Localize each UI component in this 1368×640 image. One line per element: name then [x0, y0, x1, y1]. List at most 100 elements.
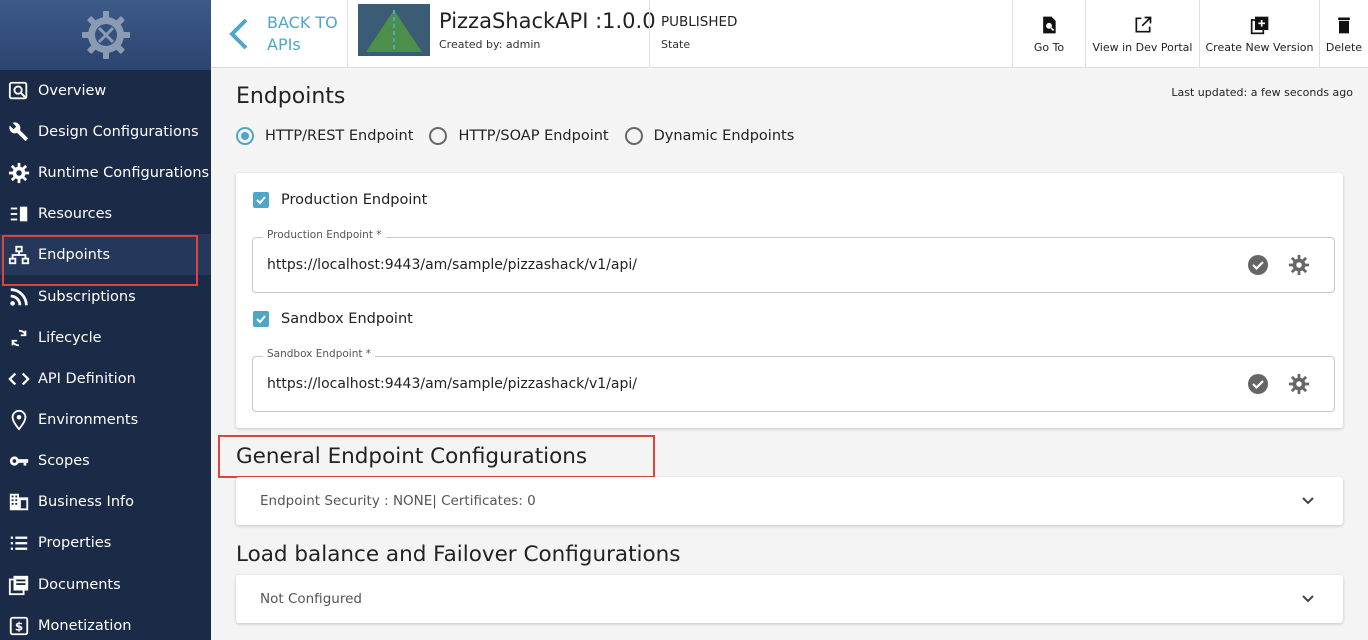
documents-icon — [0, 574, 38, 596]
building-icon — [0, 491, 38, 513]
cycle-icon — [0, 327, 38, 349]
view-in-dev-portal-button[interactable]: View in Dev Portal — [1085, 0, 1199, 68]
svg-text:$: $ — [15, 619, 23, 633]
sidebar-item-label: Resources — [38, 205, 113, 222]
sidebar-item-documents[interactable]: Documents — [0, 564, 211, 605]
sidebar-item-scopes[interactable]: Scopes — [0, 440, 211, 481]
sidebar-item-endpoints[interactable]: Endpoints — [0, 234, 211, 286]
sidebar-item-lifecycle[interactable]: Lifecycle — [0, 317, 211, 358]
location-icon — [0, 409, 38, 431]
sidebar: Overview Design Configurations Runtime C… — [0, 0, 211, 640]
checkbox-checked-icon — [253, 192, 269, 208]
radio-label: Dynamic Endpoints — [653, 128, 795, 144]
api-header: BACK TO APIs PizzaShackAPI :1.0.0 Create… — [211, 0, 1368, 68]
sandbox-checkbox-label: Sandbox Endpoint — [281, 311, 413, 327]
dev-portal-label: View in Dev Portal — [1092, 40, 1193, 54]
api-state: PUBLISHED State — [649, 0, 1013, 68]
sidebar-item-runtime-configurations[interactable]: Runtime Configurations — [0, 152, 211, 193]
sidebar-item-label: Overview — [38, 82, 107, 99]
sidebar-item-label: Environments — [38, 411, 139, 428]
last-updated: Last updated: a few seconds ago — [1171, 86, 1353, 99]
key-icon — [0, 450, 38, 472]
api-name: PizzaShackAPI :1.0.0 — [439, 9, 656, 33]
sidebar-item-resources[interactable]: Resources — [0, 193, 211, 234]
gear-icon — [0, 162, 38, 184]
sidebar-item-design-configurations[interactable]: Design Configurations — [0, 111, 211, 152]
app-logo[interactable] — [0, 0, 211, 70]
radio-label: HTTP/REST Endpoint — [265, 128, 414, 144]
code-icon — [0, 368, 38, 390]
sidebar-item-label: Subscriptions — [38, 288, 136, 305]
sidebar-item-label: Properties — [38, 534, 112, 551]
sidebar-item-label: Monetization — [38, 617, 132, 634]
sidebar-item-label: Design Configurations — [38, 123, 199, 140]
sandbox-endpoint-value: https://localhost:9443/am/sample/pizzash… — [267, 376, 637, 392]
production-endpoint-checkbox[interactable]: Production Endpoint — [253, 192, 427, 208]
settings-gear-icon[interactable] — [1288, 254, 1310, 280]
delete-label: Delete — [1325, 40, 1363, 54]
sidebar-item-label: Business Info — [38, 493, 134, 510]
rss-icon — [0, 286, 38, 308]
page-title: Endpoints — [236, 84, 346, 109]
field-label: Production Endpoint * — [263, 229, 386, 241]
go-to-button[interactable]: Go To — [1012, 0, 1085, 68]
search-doc-icon — [1043, 16, 1056, 33]
chevron-down-icon — [1301, 591, 1315, 610]
sidebar-item-api-definition[interactable]: API Definition — [0, 358, 211, 399]
go-to-label: Go To — [1033, 40, 1065, 54]
radio-circle-icon — [624, 127, 643, 145]
lb-failover-summary: Not Configured — [260, 591, 362, 607]
production-endpoint-field[interactable]: Production Endpoint * https://localhost:… — [252, 229, 1335, 293]
settings-gear-icon[interactable] — [1288, 373, 1310, 399]
sidebar-item-monetization[interactable]: $ Monetization — [0, 605, 211, 640]
create-new-version-button[interactable]: Create New Version — [1199, 0, 1319, 68]
general-config-title: General Endpoint Configurations — [236, 444, 588, 469]
endpoints-icon — [0, 244, 38, 266]
sidebar-item-overview[interactable]: Overview — [0, 70, 211, 111]
trash-icon — [1338, 17, 1350, 33]
open-external-icon — [1135, 16, 1151, 32]
add-copy-icon — [1250, 16, 1268, 34]
production-checkbox-label: Production Endpoint — [281, 192, 428, 208]
radio-label: HTTP/SOAP Endpoint — [458, 128, 609, 144]
resources-icon — [0, 203, 38, 225]
sidebar-item-business-info[interactable]: Business Info — [0, 481, 211, 522]
delete-button[interactable]: Delete — [1319, 0, 1368, 68]
field-label: Sandbox Endpoint * — [263, 348, 376, 360]
new-version-label: Create New Version — [1205, 40, 1314, 54]
sidebar-item-label: Endpoints — [38, 246, 111, 263]
radio-http-soap[interactable]: HTTP/SOAP Endpoint — [429, 127, 609, 145]
check-circle-icon[interactable] — [1247, 373, 1269, 399]
sidebar-item-label: Documents — [38, 576, 121, 593]
chevron-down-icon — [1301, 493, 1315, 512]
back-to-apis-button[interactable]: BACK TO APIs — [211, 0, 348, 68]
api-created-by: Created by: admin — [439, 38, 541, 51]
check-circle-icon[interactable] — [1247, 254, 1269, 280]
sidebar-item-subscriptions[interactable]: Subscriptions — [0, 276, 211, 317]
sidebar-item-label: API Definition — [38, 370, 136, 387]
api-thumbnail — [358, 4, 430, 56]
lb-failover-accordion[interactable]: Not Configured — [236, 575, 1343, 623]
sidebar-item-environments[interactable]: Environments — [0, 399, 211, 440]
sidebar-item-label: Lifecycle — [38, 329, 102, 346]
radio-circle-icon — [236, 127, 254, 145]
general-config-summary: Endpoint Security : NONE| Certificates: … — [260, 493, 536, 509]
sidebar-item-label: Scopes — [38, 452, 90, 469]
chevron-left-icon — [211, 17, 267, 51]
gear-tools-logo-icon — [81, 11, 130, 59]
state-label: State — [661, 38, 691, 51]
list-icon — [0, 532, 38, 554]
endpoint-type-group: HTTP/REST Endpoint HTTP/SOAP Endpoint Dy… — [236, 127, 810, 145]
sidebar-item-properties[interactable]: Properties — [0, 522, 211, 563]
sandbox-endpoint-field[interactable]: Sandbox Endpoint * https://localhost:944… — [252, 348, 1335, 412]
sandbox-endpoint-checkbox[interactable]: Sandbox Endpoint — [253, 311, 413, 327]
radio-dynamic[interactable]: Dynamic Endpoints — [624, 127, 795, 145]
state-value: PUBLISHED — [661, 14, 738, 30]
radio-circle-icon — [429, 127, 448, 145]
radio-http-rest[interactable]: HTTP/REST Endpoint — [236, 127, 413, 145]
lb-failover-title: Load balance and Failover Configurations — [236, 542, 681, 567]
general-config-accordion[interactable]: Endpoint Security : NONE| Certificates: … — [236, 477, 1343, 525]
checkbox-checked-icon — [253, 311, 269, 327]
dollar-icon: $ — [0, 615, 38, 637]
back-label: BACK TO APIs — [267, 13, 338, 54]
